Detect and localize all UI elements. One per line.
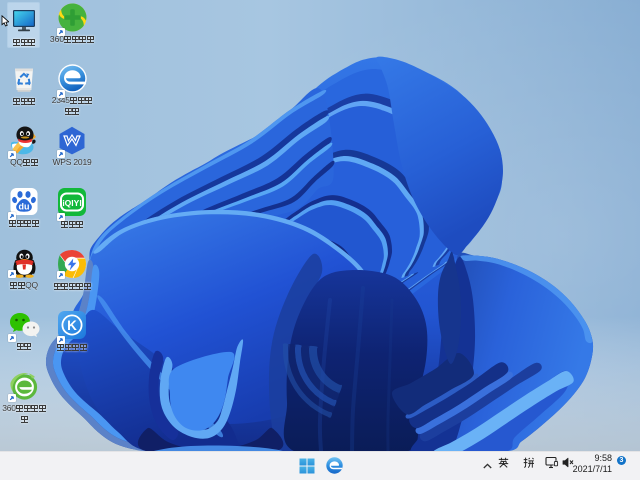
- svg-text:du: du: [19, 202, 30, 212]
- svg-text:K: K: [67, 318, 77, 333]
- svg-text:iQIYI: iQIYI: [62, 198, 81, 208]
